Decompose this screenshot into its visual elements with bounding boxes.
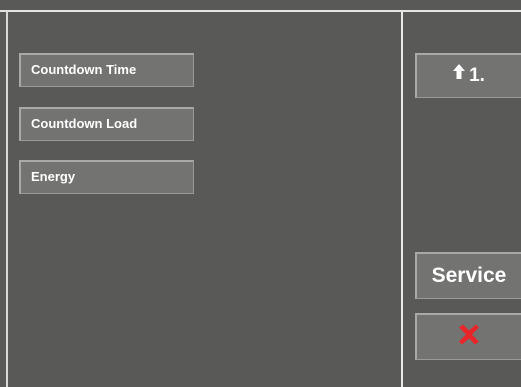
countdown-load-label: Countdown Load: [31, 116, 138, 131]
countdown-time-label: Countdown Time: [31, 62, 137, 77]
top-border: [0, 10, 521, 12]
countdown-time-button[interactable]: Countdown Time: [19, 53, 194, 87]
countdown-load-button[interactable]: Countdown Load: [19, 107, 194, 141]
screen-frame: Countdown Time Countdown Load Energy 1. …: [0, 0, 521, 387]
up-level-label: 1.: [469, 65, 485, 86]
panel-divider: [401, 12, 403, 387]
service-label: Service: [431, 264, 507, 287]
up-level-button[interactable]: 1.: [415, 53, 521, 98]
service-button[interactable]: Service: [415, 252, 521, 299]
close-icon: [457, 324, 481, 350]
up-arrow-icon: [453, 53, 466, 95]
left-border: [6, 11, 8, 387]
cancel-button[interactable]: [415, 313, 521, 360]
energy-button[interactable]: Energy: [19, 160, 194, 194]
energy-label: Energy: [31, 169, 76, 184]
